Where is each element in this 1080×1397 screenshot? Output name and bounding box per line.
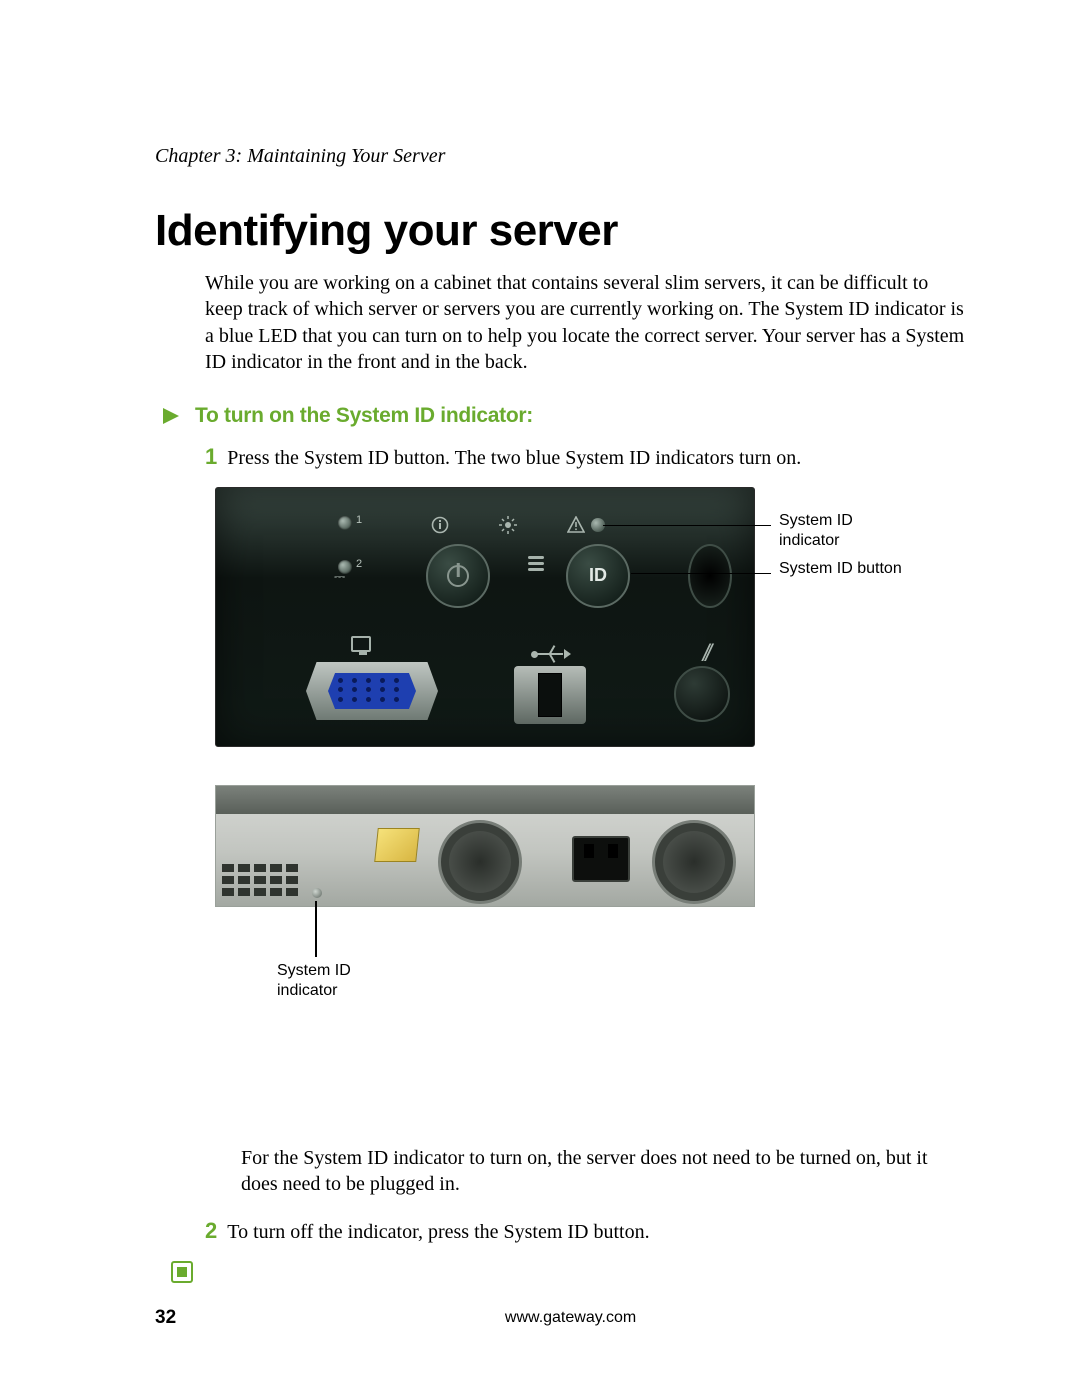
alert-icon bbox=[567, 516, 585, 534]
power-socket bbox=[572, 836, 630, 882]
play-icon bbox=[161, 406, 181, 426]
callout-line bbox=[603, 525, 771, 527]
step-1: 1 Press the System ID button. The two blu… bbox=[205, 442, 965, 471]
step-text: Press the System ID button. The two blue… bbox=[227, 447, 801, 469]
panel-opening-right bbox=[688, 544, 732, 608]
callout-line bbox=[631, 573, 771, 575]
reset-button bbox=[674, 666, 730, 722]
step-text: To turn off the indicator, press the Sys… bbox=[227, 1221, 649, 1243]
info-icon bbox=[431, 516, 449, 534]
monitor-icon bbox=[351, 636, 371, 652]
reset-icon: // bbox=[703, 640, 708, 668]
usb-icon bbox=[531, 643, 567, 661]
drive-activity-icon bbox=[528, 556, 544, 576]
system-id-indicator-rear bbox=[312, 888, 322, 898]
usb-port bbox=[514, 666, 586, 724]
vent-grille bbox=[222, 864, 298, 896]
figure-front-panel: 1 2 ⎓ bbox=[215, 487, 935, 767]
light-icon bbox=[499, 516, 517, 534]
callout-line bbox=[315, 901, 317, 957]
end-of-procedure-icon bbox=[171, 1261, 965, 1283]
system-id-button: ID bbox=[566, 544, 630, 608]
figure-rear-panel: System ID indicator bbox=[215, 785, 935, 1125]
warning-label bbox=[374, 828, 420, 862]
led-1-label: 1 bbox=[356, 514, 362, 526]
step-number: 1 bbox=[205, 444, 217, 469]
intro-paragraph: While you are working on a cabinet that … bbox=[205, 270, 965, 376]
callout-system-id-button: System ID button bbox=[779, 559, 909, 579]
vga-port bbox=[306, 662, 438, 720]
cooling-fan bbox=[438, 820, 522, 904]
page-footer: 32 www.gateway.com bbox=[155, 1307, 965, 1329]
footer-url: www.gateway.com bbox=[176, 1309, 965, 1327]
network-icon: ⎓ bbox=[334, 568, 345, 585]
step-2: 2 To turn off the indicator, press the Sy… bbox=[205, 1216, 965, 1245]
cooling-fan bbox=[652, 820, 736, 904]
led-2-label: 2 bbox=[356, 558, 362, 570]
chapter-header: Chapter 3: Maintaining Your Server bbox=[155, 145, 965, 168]
callout-system-id-indicator: System ID indicator bbox=[779, 511, 909, 551]
note-paragraph: For the System ID indicator to turn on, … bbox=[241, 1145, 965, 1198]
procedure-heading: To turn on the System ID indicator: bbox=[195, 404, 533, 428]
page-title: Identifying your server bbox=[155, 206, 965, 256]
power-button bbox=[426, 544, 490, 608]
server-rear-panel-photo bbox=[215, 785, 755, 907]
callout-system-id-indicator-rear: System ID indicator bbox=[277, 961, 387, 1001]
status-led-1: 1 bbox=[338, 516, 352, 530]
page-number: 32 bbox=[155, 1307, 176, 1329]
step-number: 2 bbox=[205, 1218, 217, 1243]
